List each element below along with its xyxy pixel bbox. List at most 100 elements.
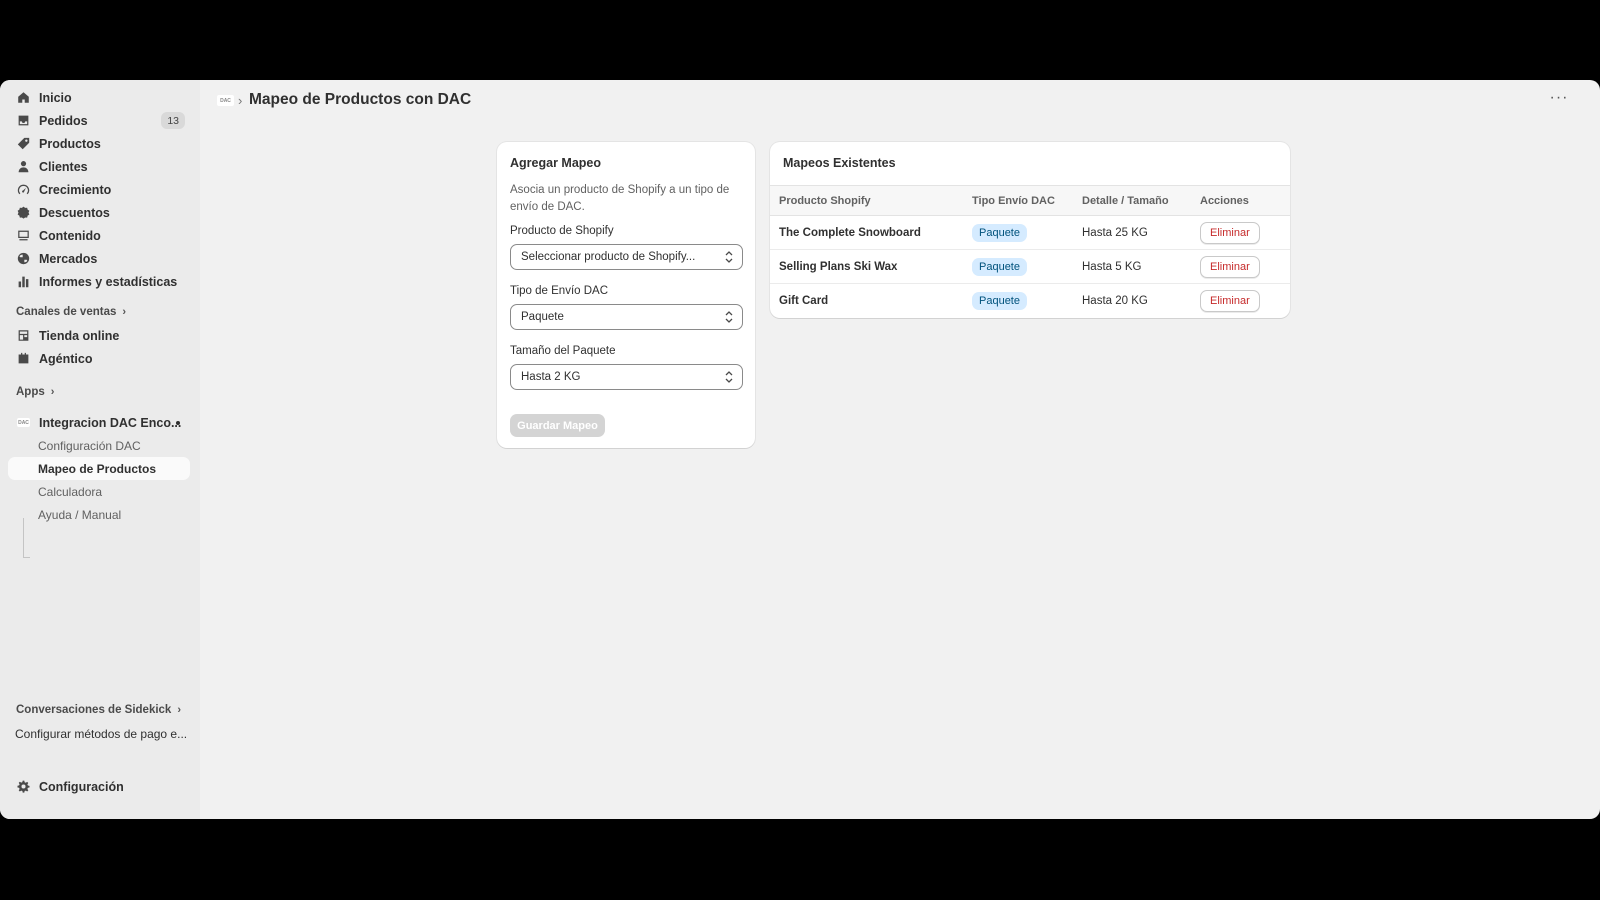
sidebar-subitem-calculadora[interactable]: Calculadora <box>8 480 190 503</box>
sidebar-item-label: Productos <box>39 136 101 151</box>
agentic-icon <box>17 352 30 365</box>
sidebar-item-contenido[interactable]: Contenido <box>8 224 190 247</box>
sidebar-item-label: Clientes <box>39 159 88 174</box>
table-row: Gift Card Paquete Hasta 20 KG Eliminar <box>770 284 1290 318</box>
shipping-type-select[interactable]: Paquete <box>510 304 743 330</box>
gauge-icon <box>17 183 30 196</box>
sidebar-subitem-ayuda[interactable]: Ayuda / Manual <box>8 503 190 526</box>
dac-breadcrumb-logo[interactable]: DAC <box>217 95 234 106</box>
sidebar-item-label: Agéntico <box>39 351 93 366</box>
column-header-detail[interactable]: Detalle / Tamaño <box>1073 185 1191 216</box>
table-row: The Complete Snowboard Paquete Hasta 25 … <box>770 215 1290 250</box>
table-header-row: Producto Shopify Tipo Envío DAC Detalle … <box>770 185 1290 216</box>
chart-bar-icon <box>17 275 30 288</box>
type-badge: Paquete <box>972 257 1027 276</box>
sidebar-item-label: Descuentos <box>39 205 110 220</box>
breadcrumb-separator: › <box>238 93 243 108</box>
type-cell: Paquete <box>963 215 1073 250</box>
sales-channels-header[interactable]: Canales de ventas › <box>16 306 126 318</box>
dac-logo-icon: DAC <box>17 418 30 427</box>
add-mapping-card: Agregar Mapeo Asocia un producto de Shop… <box>497 142 755 448</box>
delete-button[interactable]: Eliminar <box>1200 221 1260 244</box>
gear-icon <box>17 780 30 793</box>
person-icon <box>17 160 30 173</box>
apps-header[interactable]: Apps › <box>16 386 54 398</box>
page-title: Mapeo de Productos con DAC <box>249 91 472 108</box>
sidebar-item-label: Informes y estadísticas <box>39 274 178 289</box>
home-icon <box>17 91 30 104</box>
sidebar-item-informes[interactable]: Informes y estadísticas <box>8 270 190 293</box>
package-size-field-label: Tamaño del Paquete <box>510 345 616 357</box>
sidebar-item-configuracion[interactable]: Configuración <box>8 775 190 798</box>
product-field-label: Producto de Shopify <box>510 225 614 237</box>
pin-dot-icon <box>176 421 180 425</box>
globe-icon <box>17 252 30 265</box>
sidebar-item-label: Tienda online <box>39 328 120 343</box>
delete-button[interactable]: Eliminar <box>1200 289 1260 312</box>
existing-mappings-card: Mapeos Existentes Producto Shopify Tipo … <box>770 142 1290 318</box>
sidebar-item-clientes[interactable]: Clientes <box>8 155 190 178</box>
actions-cell: Eliminar <box>1191 215 1290 250</box>
save-mapping-button[interactable]: Guardar Mapeo <box>510 414 605 437</box>
select-arrows-icon <box>725 371 733 383</box>
type-badge: Paquete <box>972 223 1027 242</box>
sidebar-subitem-mapeo-productos[interactable]: Mapeo de Productos <box>8 457 190 480</box>
tree-connector-hook <box>23 557 30 558</box>
chevron-right-icon: › <box>177 704 181 716</box>
detail-cell: Hasta 5 KG <box>1073 249 1191 284</box>
sidebar-item-label: Mercados <box>39 251 98 266</box>
type-badge: Paquete <box>972 291 1027 310</box>
product-cell: Gift Card <box>779 294 829 307</box>
inbox-icon <box>17 114 30 127</box>
card-title: Agregar Mapeo <box>510 156 601 170</box>
card-title: Mapeos Existentes <box>783 156 896 170</box>
sidebar-item-crecimiento[interactable]: Crecimiento <box>8 178 190 201</box>
content-icon <box>17 229 30 242</box>
card-description: Asocia un producto de Shopify a un tipo … <box>510 184 730 213</box>
table-row: Selling Plans Ski Wax Paquete Hasta 5 KG… <box>770 249 1290 284</box>
chevron-right-icon: › <box>50 386 55 398</box>
sidekick-header[interactable]: Conversaciones de Sidekick › <box>16 704 181 716</box>
type-cell: Paquete <box>963 249 1073 284</box>
chevron-right-icon: › <box>122 306 127 318</box>
sidebar-item-tienda-online[interactable]: Tienda online <box>8 324 190 347</box>
sidebar-item-inicio[interactable]: Inicio <box>8 86 190 109</box>
actions-cell: Eliminar <box>1191 284 1290 318</box>
package-size-select[interactable]: Hasta 2 KG <box>510 364 743 390</box>
product-select[interactable]: Seleccionar producto de Shopify... <box>510 244 743 270</box>
sidebar-subitem-configuracion-dac[interactable]: Configuración DAC <box>8 434 190 457</box>
delete-button[interactable]: Eliminar <box>1200 255 1260 278</box>
select-arrows-icon <box>725 311 733 323</box>
sidebar-item-label: Inicio <box>39 90 72 105</box>
sidebar-item-pedidos[interactable]: Pedidos 13 <box>8 109 190 132</box>
shipping-type-field-label: Tipo de Envío DAC <box>510 285 609 297</box>
sidebar: Inicio Pedidos 13 Productos Clientes Cre… <box>0 80 200 819</box>
more-actions-button[interactable]: ··· <box>1548 90 1570 111</box>
sidebar-item-label: Pedidos <box>39 113 88 128</box>
sidebar-item-app[interactable]: DAC Integracion DAC Enco... <box>8 411 190 434</box>
sidekick-conversation-item[interactable]: Configurar métodos de pago e... <box>15 727 187 741</box>
column-header-product[interactable]: Producto Shopify <box>770 185 963 216</box>
store-icon <box>17 329 30 342</box>
column-header-type[interactable]: Tipo Envío DAC <box>963 185 1073 216</box>
tag-icon <box>17 137 30 150</box>
mappings-table: Producto Shopify Tipo Envío DAC Detalle … <box>770 185 1290 318</box>
select-arrows-icon <box>725 251 733 263</box>
detail-cell: Hasta 25 KG <box>1073 215 1191 250</box>
sidebar-item-label: Integracion DAC Enco... <box>39 415 182 430</box>
sidebar-item-label: Contenido <box>39 228 101 243</box>
sidebar-item-agentico[interactable]: Agéntico <box>8 347 190 370</box>
type-cell: Paquete <box>963 284 1073 318</box>
sidebar-item-descuentos[interactable]: Descuentos <box>8 201 190 224</box>
sidebar-item-label: Configuración <box>39 779 124 794</box>
actions-cell: Eliminar <box>1191 249 1290 284</box>
app-window: Inicio Pedidos 13 Productos Clientes Cre… <box>0 80 1600 819</box>
sidebar-item-label: Crecimiento <box>39 182 112 197</box>
sidebar-item-productos[interactable]: Productos <box>8 132 190 155</box>
column-header-actions: Acciones <box>1191 185 1290 216</box>
product-cell: The Complete Snowboard <box>770 215 963 250</box>
discount-icon <box>17 206 30 219</box>
sidebar-item-mercados[interactable]: Mercados <box>8 247 190 270</box>
product-cell: Selling Plans Ski Wax <box>770 249 963 284</box>
detail-cell: Hasta 20 KG <box>1082 294 1148 307</box>
